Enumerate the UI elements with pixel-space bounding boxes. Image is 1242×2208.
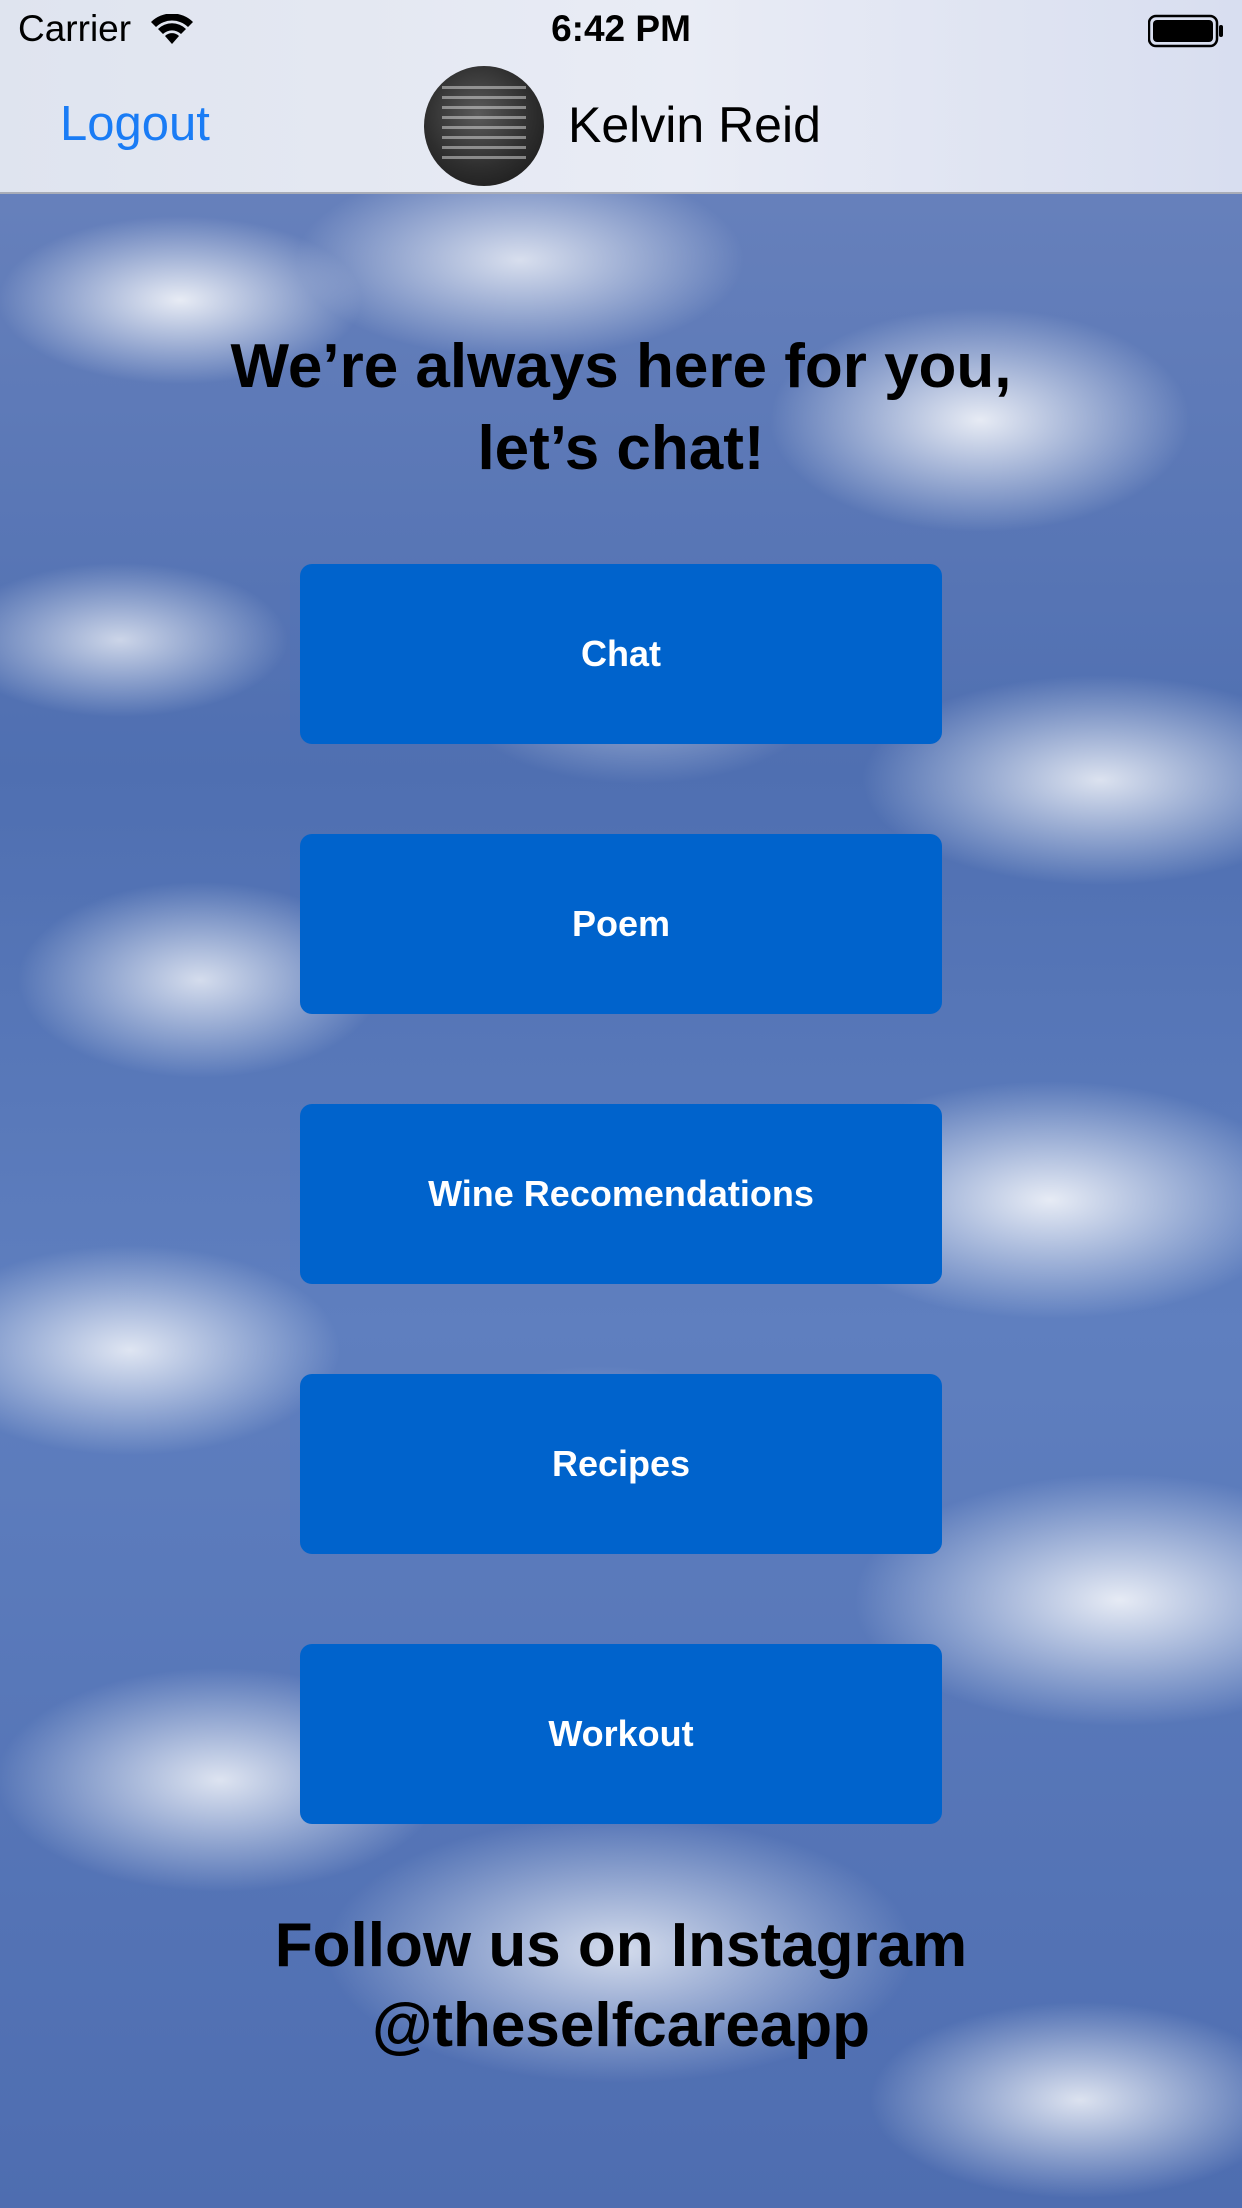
page-headline: We’re always here for you, let’s chat! <box>0 326 1242 490</box>
poem-button[interactable]: Poem <box>300 834 942 1014</box>
headline-line-1: We’re always here for you, <box>230 332 1012 401</box>
instagram-footer: Follow us on Instagram @theselfcareapp <box>0 1906 1242 2066</box>
status-time: 6:42 PM <box>551 8 691 49</box>
chat-button[interactable]: Chat <box>300 564 942 744</box>
avatar[interactable] <box>424 66 544 186</box>
footer-line-1: Follow us on Instagram <box>274 1911 968 1980</box>
recipes-button[interactable]: Recipes <box>300 1374 942 1554</box>
battery-icon <box>1148 14 1223 48</box>
logout-button[interactable]: Logout <box>60 96 210 152</box>
wine-recommendations-button[interactable]: Wine Recomendations <box>300 1104 942 1284</box>
user-name: Kelvin Reid <box>568 97 821 153</box>
footer-instagram-handle: @theselfcareapp <box>371 1991 871 2060</box>
navigation-bar: Carrier 6:42 PM Logout Kelvin Reid <box>0 0 1242 194</box>
headline-line-2: let’s chat! <box>477 414 765 483</box>
workout-button[interactable]: Workout <box>300 1644 942 1824</box>
avatar-image <box>442 86 526 166</box>
